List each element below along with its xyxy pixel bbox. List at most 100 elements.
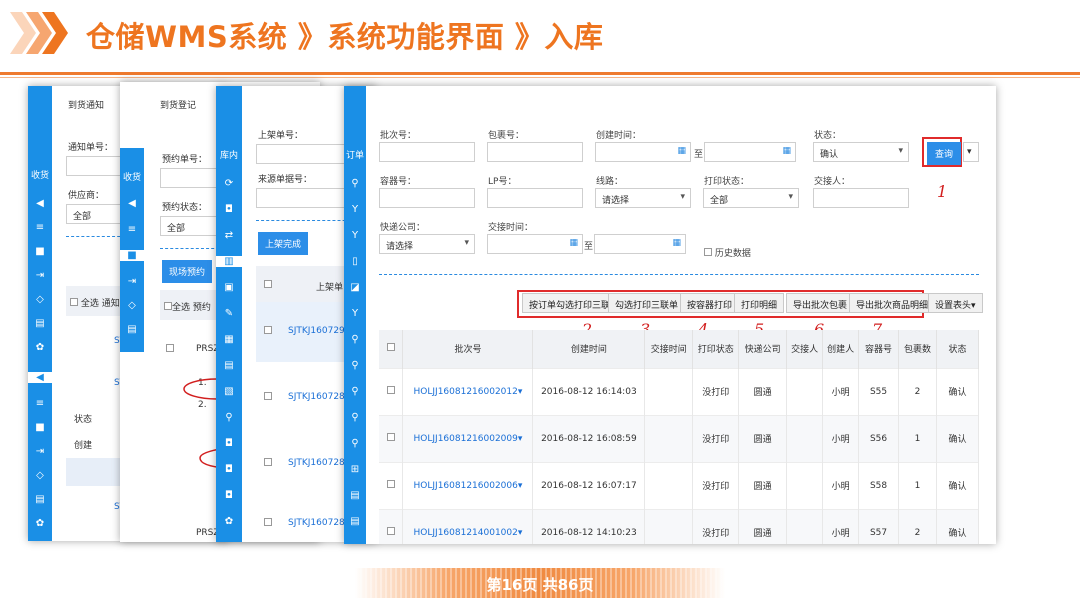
select-all[interactable]: 全选 预约 [164,300,211,313]
batch-no-link[interactable]: HOLJJ16081216002009▾ [402,414,534,462]
row-checkbox[interactable] [264,326,272,337]
col-handover-by[interactable]: 交接人 [786,330,824,368]
login-icon[interactable]: ⇥ [120,276,144,287]
search-icon[interactable]: ⚲ [216,412,242,423]
row-checkbox[interactable] [379,508,404,544]
table-row[interactable]: HOLJJ16081214001002▾ 2016-08-12 14:10:23 没… [379,508,980,544]
col-container[interactable]: 容器号 [858,330,900,368]
nav-receiving[interactable]: 收货 [120,170,144,183]
box-icon[interactable]: ◇ [120,300,144,311]
grid-icon[interactable]: ▣ [216,282,242,293]
printer-icon[interactable]: ▤ [120,324,144,335]
square-icon[interactable]: ◪ [344,282,366,293]
search-icon[interactable]: ⚲ [344,360,366,371]
batch-no-link[interactable]: HOLJJ16081216002012▾ [402,367,534,415]
search-button[interactable]: 查询 [927,142,962,165]
source-no-input[interactable] [256,188,356,208]
col-creator[interactable]: 创建人 [822,330,860,368]
row-checkbox[interactable] [264,518,272,529]
col-batch-no[interactable]: 批次号 [402,330,534,368]
row-checkbox[interactable] [379,414,404,462]
tag-icon[interactable]: ◘ [216,464,242,475]
list-icon[interactable]: ≡ [28,222,52,233]
export-batch-packages-button[interactable]: 导出批次包裹 [786,293,855,313]
header-checkbox[interactable] [264,280,272,291]
search-icon[interactable]: ⚲ [344,412,366,423]
fork-icon[interactable]: Y [344,230,366,241]
onsite-booking-button[interactable]: 现场预约 [162,260,213,283]
col-print-status[interactable]: 打印状态 [692,330,740,368]
box-icon[interactable]: ◇ [28,470,52,481]
table-row[interactable]: HOLJJ16081216002006▾ 2016-08-12 16:07:17 没… [379,461,980,509]
created-time-start[interactable]: ▦ [595,142,691,162]
search-dropdown[interactable]: ▾ [963,142,979,162]
gear-icon[interactable]: ✿ [28,342,52,353]
refresh-icon[interactable]: ⟳ [216,178,242,189]
nav-order[interactable]: 订单 [344,148,366,161]
search-icon[interactable]: ⚲ [344,386,366,397]
calendar-icon[interactable]: ▦ [782,146,791,156]
row-checkbox[interactable] [264,458,272,469]
calendar-icon[interactable]: ▦ [672,238,681,248]
table-row[interactable]: HOLJJ16081216002012▾ 2016-08-12 16:14:03 没… [379,367,980,415]
report-icon[interactable]: ▧ [216,386,242,397]
calendar-icon[interactable]: ▦ [569,238,578,248]
tag-icon[interactable]: ◘ [216,438,242,449]
header-checkbox[interactable] [379,330,404,368]
list-icon[interactable]: ≡ [28,398,52,409]
row-checkbox[interactable] [379,367,404,415]
col-packages[interactable]: 包裹数 [898,330,937,368]
col-status[interactable]: 状态 [936,330,980,368]
tag-icon[interactable]: ◘ [216,204,242,215]
plus-box-icon[interactable]: ⊞ [344,464,366,475]
gear-icon[interactable]: ✿ [28,518,52,529]
megaphone-icon[interactable]: ◀ [28,198,52,209]
login-icon[interactable]: ⇥ [28,446,52,457]
putaway-code[interactable]: SJTKJ1607290 [288,326,351,336]
putaway-code[interactable]: SJTKJ1607280 [288,518,351,528]
printer-icon[interactable]: ▤ [28,494,52,505]
edit-icon[interactable]: ✎ [216,308,242,319]
fork-icon[interactable]: Y [344,204,366,215]
row-checkbox[interactable] [166,344,174,355]
gear-icon[interactable]: ✿ [216,516,242,527]
batch-no-input[interactable] [379,142,475,162]
calendar-icon[interactable]: ▦ [216,334,242,345]
putaway-no-input[interactable] [256,144,356,164]
store-icon-active[interactable]: ▥ [216,256,242,267]
handover-time-start[interactable]: ▦ [487,234,583,254]
printer-icon[interactable]: ▤ [344,516,366,527]
print-status-select[interactable]: 全部 [703,188,799,208]
print-by-container-button[interactable]: 按容器打印 [680,293,740,313]
phone-icon[interactable]: ▯ [344,256,366,267]
megaphone-icon[interactable]: ◀ [120,198,144,209]
handover-person-input[interactable] [813,188,909,208]
col-created-time[interactable]: 创建时间 [532,330,646,368]
lp-no-input[interactable] [487,188,583,208]
row-checkbox[interactable] [264,392,272,403]
export-batch-items-button[interactable]: 导出批次商品明细 [849,293,936,313]
doc-icon-active[interactable]: ■ [120,250,144,261]
print-detail-button[interactable]: 打印明细 [734,293,785,313]
nav-warehouse[interactable]: 库内 [216,148,242,161]
tag-icon[interactable]: ◘ [216,490,242,501]
handover-time-end[interactable]: ▦ [594,234,686,254]
tab-arrival-notice[interactable]: 到货通知 [68,98,104,111]
search-icon[interactable]: ⚲ [344,334,366,345]
doc-icon[interactable]: ■ [28,422,52,433]
printer-icon[interactable]: ▤ [28,318,52,329]
search-icon[interactable]: ⚲ [344,178,366,189]
fork-icon[interactable]: Y [344,308,366,319]
history-checkbox[interactable]: 历史数据 [704,246,751,259]
row-checkbox[interactable] [379,461,404,509]
col-express[interactable]: 快递公司 [738,330,788,368]
table-row[interactable]: HOLJJ16081216002009▾ 2016-08-12 16:08:59 没… [379,414,980,462]
tab-arrival-register[interactable]: 到货登记 [160,98,196,111]
container-no-input[interactable] [379,188,475,208]
shuffle-icon[interactable]: ⇄ [216,230,242,241]
box-icon[interactable]: ◇ [28,294,52,305]
batch-no-link[interactable]: HOLJJ16081214001002▾ [402,508,534,544]
select-all[interactable]: 全选 通知 [70,296,120,309]
printer-icon[interactable]: ▤ [344,490,366,501]
print-selected-waybill-button[interactable]: 勾选打印三联单 [608,293,686,313]
